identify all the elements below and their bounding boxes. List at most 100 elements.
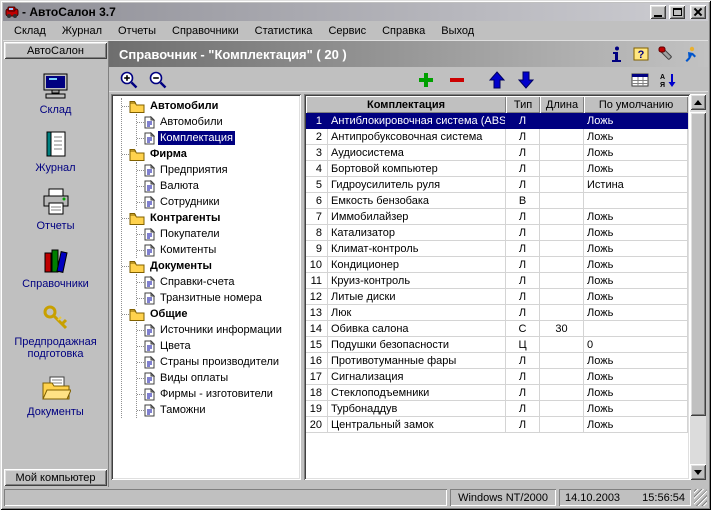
table-row[interactable]: 14 Обивка салона С 30 — [306, 321, 688, 337]
tree-group-item[interactable]: Общие — [122, 306, 299, 322]
scroll-down-icon — [694, 469, 702, 475]
scroll-up-button[interactable] — [690, 94, 706, 110]
table-row[interactable]: 11 Круиз-контроль Л Ложь — [306, 273, 688, 289]
sidebar-header-button[interactable]: АвтоСалон — [4, 42, 107, 59]
menu-item-servis[interactable]: Сервис — [320, 22, 374, 40]
tree-item[interactable]: Комплектация — [137, 130, 299, 146]
tree-item[interactable]: Покупатели — [137, 226, 299, 242]
tree-item[interactable]: Страны производители — [137, 354, 299, 370]
sort-icon[interactable]: АЯ — [656, 69, 680, 91]
help-icon[interactable]: ? — [632, 45, 650, 63]
table-row[interactable]: 1 Антиблокировочная система (ABS) Л Ложь — [306, 113, 688, 129]
title-bar[interactable]: - АвтоСалон 3.7 — [3, 3, 708, 21]
cell-length — [540, 337, 585, 353]
scrollbar-thumb[interactable] — [690, 112, 706, 417]
toolbar: АЯ — [109, 67, 708, 92]
table-row[interactable]: 19 Турбонаддув Л Ложь — [306, 401, 688, 417]
table-row[interactable]: 17 Сигнализация Л Ложь — [306, 369, 688, 385]
sidebar-item-predprodazhnaya[interactable]: Предпродажная подготовка — [4, 303, 107, 360]
table-row[interactable]: 15 Подушки безопасности Ц 0 — [306, 337, 688, 353]
tree-item[interactable]: Виды оплаты — [137, 370, 299, 386]
column-header-komplektacia[interactable]: Комплектация — [306, 96, 507, 113]
maximize-button[interactable] — [669, 5, 685, 19]
tree-group-item[interactable]: Фирма — [122, 146, 299, 162]
column-header-po-umolchaniyu[interactable]: По умолчанию — [584, 96, 688, 113]
settings-icon[interactable] — [657, 45, 675, 63]
my-computer-button[interactable]: Мой компьютер — [4, 469, 107, 486]
tree-group-item[interactable]: Документы — [122, 258, 299, 274]
menu-item-otchety[interactable]: Отчеты — [110, 22, 164, 40]
table-row[interactable]: 5 Гидроусилитель руля Л Истина — [306, 177, 688, 193]
tree-item[interactable]: Фирмы - изготовители — [137, 386, 299, 402]
delete-record-icon[interactable] — [445, 69, 469, 91]
cell-length — [540, 145, 585, 161]
menu-item-spravochniki[interactable]: Справочники — [164, 22, 247, 40]
minimize-button[interactable] — [650, 5, 666, 19]
cell-type: Л — [506, 145, 541, 161]
tree-group-label: Общие — [150, 308, 188, 320]
tree-item[interactable]: Автомобили — [137, 114, 299, 130]
add-record-icon[interactable] — [414, 69, 438, 91]
cell-number: 5 — [306, 177, 328, 193]
table-row[interactable]: 13 Люк Л Ложь — [306, 305, 688, 321]
tree-item[interactable]: Таможни — [137, 402, 299, 418]
tree-item[interactable]: Цвета — [137, 338, 299, 354]
sidebar-item-dokumenty[interactable]: Документы — [4, 373, 107, 418]
sidebar-item-label: Предпродажная подготовка — [14, 336, 97, 360]
table-row[interactable]: 20 Центральный замок Л Ложь — [306, 417, 688, 433]
zoom-out-icon[interactable] — [146, 69, 170, 91]
tree-item[interactable]: Источники информации — [137, 322, 299, 338]
zoom-in-icon[interactable] — [117, 69, 141, 91]
table-row[interactable]: 12 Литые диски Л Ложь — [306, 289, 688, 305]
menu-item-zhurnal[interactable]: Журнал — [54, 22, 110, 40]
cell-default: Ложь — [584, 113, 688, 129]
menu-item-statistika[interactable]: Статистика — [247, 22, 321, 40]
menu-item-spravka[interactable]: Справка — [374, 22, 433, 40]
menu-item-vyhod[interactable]: Выход — [433, 22, 482, 40]
grid-icon[interactable] — [628, 69, 652, 91]
scroll-down-button[interactable] — [690, 464, 706, 480]
tree-item[interactable]: Предприятия — [137, 162, 299, 178]
tree-item-label: Справки-счета — [160, 276, 235, 288]
table-row[interactable]: 3 Аудиосистема Л Ложь — [306, 145, 688, 161]
tree-item[interactable]: Валюта — [137, 178, 299, 194]
table-row[interactable]: 6 Емкость бензобака В — [306, 193, 688, 209]
close-button[interactable] — [690, 5, 706, 19]
move-down-icon[interactable] — [514, 69, 538, 91]
app-body: АвтоСалон Склад Журнал Отчеты Справочник… — [3, 41, 708, 487]
sidebar-item-spravochniki[interactable]: Справочники — [4, 245, 107, 290]
table-row[interactable]: 4 Бортовой компьютер Л Ложь — [306, 161, 688, 177]
scrollbar-track[interactable] — [690, 110, 706, 464]
cell-length — [540, 113, 585, 129]
tree-item[interactable]: Сотрудники — [137, 194, 299, 210]
tree-item-label: Покупатели — [160, 228, 220, 240]
sidebar-item-otchety[interactable]: Отчеты — [4, 187, 107, 232]
tree-group-item[interactable]: Контрагенты — [122, 210, 299, 226]
table-row[interactable]: 7 Иммобилайзер Л Ложь — [306, 209, 688, 225]
sidebar-item-sklad[interactable]: Склад — [4, 71, 107, 116]
move-up-icon[interactable] — [485, 69, 509, 91]
tree-item[interactable]: Транзитные номера — [137, 290, 299, 306]
table-row[interactable]: 18 Стеклоподъемники Л Ложь — [306, 385, 688, 401]
tree-item-label: Цвета — [160, 340, 191, 352]
table-row[interactable]: 16 Противотуманные фары Л Ложь — [306, 353, 688, 369]
exit-icon[interactable] — [682, 45, 700, 63]
documents-folder-icon — [40, 373, 72, 403]
column-header-tip[interactable]: Тип — [506, 96, 541, 113]
table-row[interactable]: 10 Кондиционер Л Ложь — [306, 257, 688, 273]
info-icon[interactable] — [607, 45, 625, 63]
cell-number: 18 — [306, 385, 328, 401]
table-row[interactable]: 8 Катализатор Л Ложь — [306, 225, 688, 241]
cell-default: 0 — [584, 337, 688, 353]
column-header-dlina[interactable]: Длина — [540, 96, 585, 113]
tree-item[interactable]: Справки-счета — [137, 274, 299, 290]
tree-item[interactable]: Комитенты — [137, 242, 299, 258]
cell-type: Л — [506, 161, 541, 177]
resize-grip[interactable] — [694, 489, 707, 506]
table-row[interactable]: 9 Климат-контроль Л Ложь — [306, 241, 688, 257]
vertical-scrollbar[interactable] — [690, 94, 706, 480]
sidebar-item-zhurnal[interactable]: Журнал — [4, 129, 107, 174]
menu-item-sklad[interactable]: Склад — [6, 22, 54, 40]
table-row[interactable]: 2 Антипробуксовочная система Л Ложь — [306, 129, 688, 145]
tree-group-item[interactable]: Автомобили — [122, 98, 299, 114]
